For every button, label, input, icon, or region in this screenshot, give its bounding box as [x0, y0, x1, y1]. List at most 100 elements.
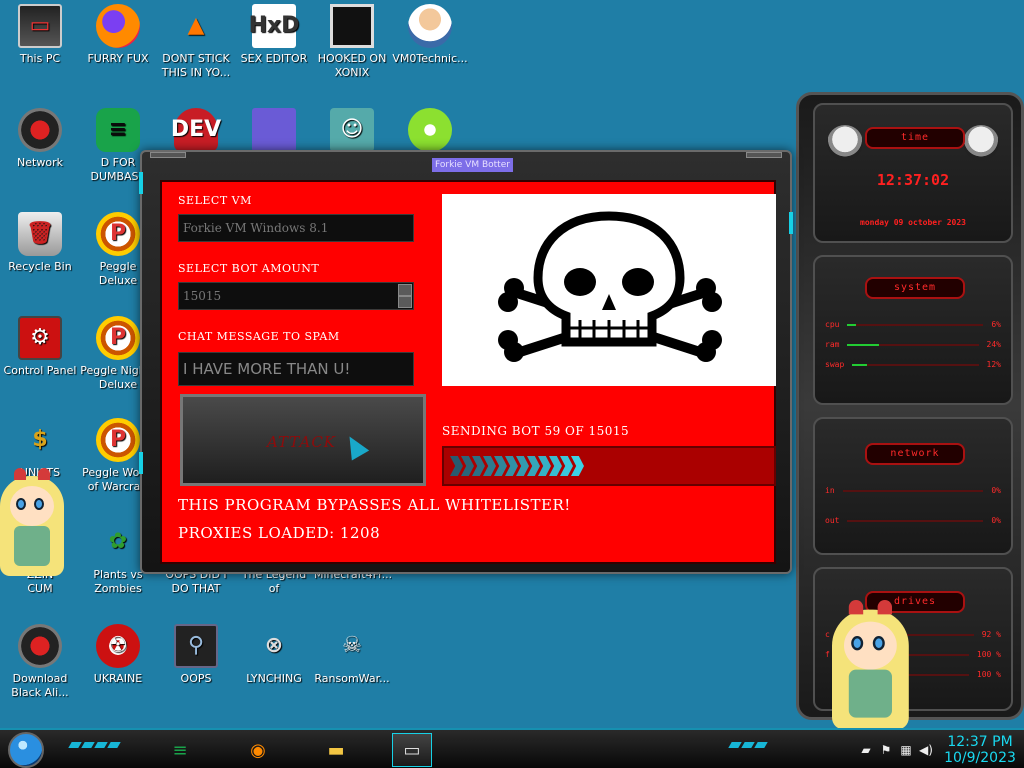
desktop-icon[interactable]: ⊗ LYNCHING — [234, 624, 314, 686]
gadget-row: out 0% — [825, 515, 1001, 527]
proxies-loaded: PROXIES LOADED: 1208 — [178, 524, 381, 542]
desktop-icon[interactable]: HxD SEX EDITOR — [234, 4, 314, 66]
desktop-icon[interactable]: HOOKED ON XONIX — [312, 4, 392, 80]
desktop-icon[interactable]: ▭ This PC — [0, 4, 80, 66]
taskbar-clock[interactable]: 12:37 PM 10/9/2023 — [936, 734, 1024, 766]
vm-botter-window[interactable]: Forkie VM Botter SELECT VM Forkie VM Win… — [139, 150, 793, 574]
gadget-row: in 0% — [825, 485, 1001, 497]
bypass-notice: THIS PROGRAM BYPASSES ALL WHITELISTER! — [178, 496, 571, 514]
select-vm-field[interactable]: Forkie VM Windows 8.1 — [178, 214, 414, 242]
gadget-row-label: swap — [825, 360, 845, 369]
gnome-icon: ☺ — [330, 108, 374, 152]
system-title: system — [865, 277, 965, 299]
desktop-icon-label: HOOKED ON XONIX — [317, 52, 387, 79]
gadget-row-value: 0% — [991, 486, 1001, 495]
window-app-icon — [252, 108, 296, 152]
noose-icon: ⊗ — [264, 633, 284, 658]
peggle-wow-icon: P — [96, 418, 140, 462]
peggle-icon: P — [96, 212, 140, 256]
firefox-icon[interactable]: ◉ — [238, 733, 278, 767]
taskbar-accent — [728, 742, 768, 748]
lime-icon — [408, 108, 452, 152]
desktop-icon[interactable]: FURRY FUX — [78, 4, 158, 66]
frame-accent — [789, 212, 793, 234]
sound-blaster-icon[interactable]: ▰ — [856, 743, 876, 757]
network-title: network — [865, 443, 965, 465]
network-icon — [18, 108, 62, 152]
star-cartoon-right — [832, 600, 928, 744]
bot-amount-stepper[interactable] — [398, 284, 412, 308]
alien-download-icon — [18, 624, 62, 668]
window-grip[interactable] — [150, 152, 186, 158]
skull-image — [442, 194, 776, 386]
gadget-row-label: in — [825, 486, 835, 495]
window-grip[interactable] — [746, 152, 782, 158]
bot-amount-field[interactable]: 15015 — [178, 282, 414, 310]
chat-message-input[interactable]: I HAVE MORE THAN U! — [178, 352, 414, 386]
vm-window-icon[interactable]: ▭ — [392, 733, 432, 767]
window-title[interactable]: Forkie VM Botter — [432, 158, 513, 172]
desktop-icon[interactable]: ☢ UKRAINE — [78, 624, 158, 686]
desktop-icon[interactable]: ▲ DONT STICK THIS IN YO... — [156, 4, 236, 80]
system-tray: ▰ ⚑ ▦ ◀) 12:37 PM 10/9/2023 — [856, 730, 1024, 768]
clock-gadget: time 12:37:02 monday 09 october 2023 — [813, 103, 1013, 243]
money-bag-icon: $ — [32, 427, 48, 452]
desktop-icon-label: FURRY FUX — [87, 52, 149, 65]
desktop-icon-label: Recycle Bin — [8, 260, 72, 273]
desktop-icon[interactable]: Network — [0, 108, 80, 170]
volume-icon[interactable]: ◀) — [916, 743, 936, 757]
desktop-icon-label: RansomWar... — [314, 672, 390, 685]
file-explorer-icon[interactable]: ▬ — [316, 733, 356, 767]
gadget-row-meter — [852, 364, 979, 366]
taskbar-accent — [68, 742, 121, 748]
progress-label: SENDING BOT 59 OF 15015 — [442, 424, 630, 438]
gadget-row-value: 92 % — [981, 630, 1001, 639]
attack-button[interactable]: ATTACK — [180, 394, 426, 486]
gadget-row: swap 12% — [825, 359, 1001, 371]
desktop-icon-label: UKRAINE — [93, 672, 143, 685]
stepper-down-button[interactable] — [398, 296, 412, 308]
system-gadget: system cpu 6% ram 24% swap 12% — [813, 255, 1013, 405]
gadget-row-value: 100 % — [976, 670, 1001, 679]
bot-amount-value: 15015 — [183, 289, 222, 303]
gadget-row-meter — [847, 324, 984, 326]
desktop-icon[interactable] — [390, 108, 470, 156]
desktop-icon[interactable]: 🗑 Recycle Bin — [0, 212, 80, 274]
bot-amount-label: SELECT BOT AMOUNT — [178, 262, 320, 275]
clock-title: time — [865, 127, 965, 149]
clock-date: monday 09 october 2023 — [860, 218, 966, 227]
network-tray-icon[interactable]: ▦ — [896, 743, 916, 757]
desktop-icon[interactable]: ⚙ Control Panel — [0, 316, 80, 378]
progress-bar — [442, 446, 776, 486]
desktop-icon[interactable]: VM0Technic... — [390, 4, 470, 66]
app-content: SELECT VM Forkie VM Windows 8.1 SELECT B… — [160, 180, 776, 564]
gadget-row-value: 0% — [991, 516, 1001, 525]
desktop-icon[interactable]: ⚲ OOPS — [156, 624, 236, 686]
devcpp-icon: DEV — [171, 108, 221, 152]
gadget-row-value: 6% — [991, 320, 1001, 329]
alien-head-icon — [963, 125, 999, 161]
gadget-row-label: out — [825, 516, 840, 525]
start-button[interactable] — [8, 732, 44, 768]
gadget-row-value: 100 % — [976, 650, 1001, 659]
desktop-icon[interactable]: ☺ — [312, 108, 392, 156]
desktop-icon[interactable]: Download Black Ali... — [0, 624, 80, 700]
stepper-up-button[interactable] — [398, 284, 412, 296]
hex-editor-icon: HxD — [249, 4, 299, 48]
chat-message-label: CHAT MESSAGE TO SPAM — [178, 330, 340, 343]
traffic-cone-icon: ▲ — [187, 13, 205, 38]
desktop-icon-label: LYNCHING — [246, 672, 302, 685]
frame-accent — [139, 452, 143, 474]
desktop-icon-label: This PC — [19, 52, 61, 65]
green-app-icon[interactable]: ≡ — [160, 733, 200, 767]
firefox-icon — [96, 4, 140, 48]
control-panel-icon: ⚙ — [18, 316, 62, 360]
flag-icon[interactable]: ⚑ — [876, 743, 896, 757]
gadget-row-meter — [842, 490, 984, 492]
desktop-icon[interactable] — [234, 108, 314, 156]
desktop-icon[interactable]: DEV — [156, 108, 236, 156]
taskbar-date: 10/9/2023 — [944, 750, 1016, 766]
book-icon: ⚲ — [174, 624, 218, 668]
gadget-row-label: cpu — [825, 320, 840, 329]
desktop-icon[interactable]: ☠ RansomWar... — [312, 624, 392, 686]
